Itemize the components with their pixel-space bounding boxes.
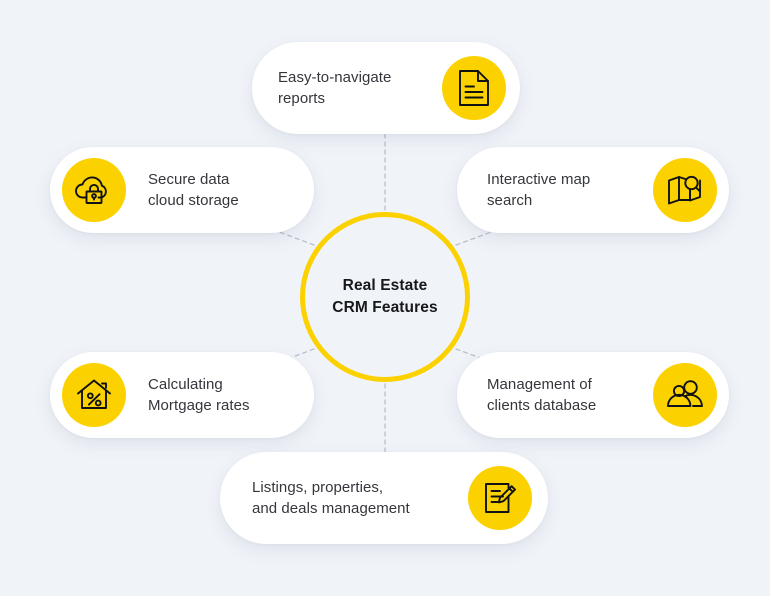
feature-label-listings-deals: Listings, properties, and deals manageme… — [252, 478, 410, 517]
map-search-icon — [653, 158, 717, 222]
hub-label: Real Estate CRM Features — [332, 277, 438, 316]
cloud-lock-icon — [62, 158, 126, 222]
real-estate-crm-features-diagram: Real Estate CRM Features Easy-to-navigat… — [0, 0, 770, 596]
feature-card-mortgage-rates[interactable]: Calculating Mortgage rates — [50, 352, 314, 438]
users-icon — [653, 363, 717, 427]
feature-card-reports[interactable]: Easy-to-navigate reports — [252, 42, 520, 134]
hub-circle: Real Estate CRM Features — [300, 212, 470, 382]
feature-card-clients-database[interactable]: Management of clients database — [457, 352, 729, 438]
document-edit-icon — [468, 466, 532, 530]
feature-label-clients-database: Management of clients database — [487, 375, 597, 414]
house-percent-icon — [62, 363, 126, 427]
feature-card-map-search[interactable]: Interactive map search — [457, 147, 729, 233]
feature-card-cloud-storage[interactable]: Secure data cloud storage — [50, 147, 314, 233]
feature-label-mortgage-rates: Calculating Mortgage rates — [148, 375, 250, 414]
feature-label-cloud-storage: Secure data cloud storage — [148, 170, 239, 209]
feature-card-listings-deals[interactable]: Listings, properties, and deals manageme… — [220, 452, 548, 544]
feature-label-reports: Easy-to-navigate reports — [278, 68, 392, 107]
feature-label-map-search: Interactive map search — [487, 170, 591, 209]
document-icon — [442, 56, 506, 120]
